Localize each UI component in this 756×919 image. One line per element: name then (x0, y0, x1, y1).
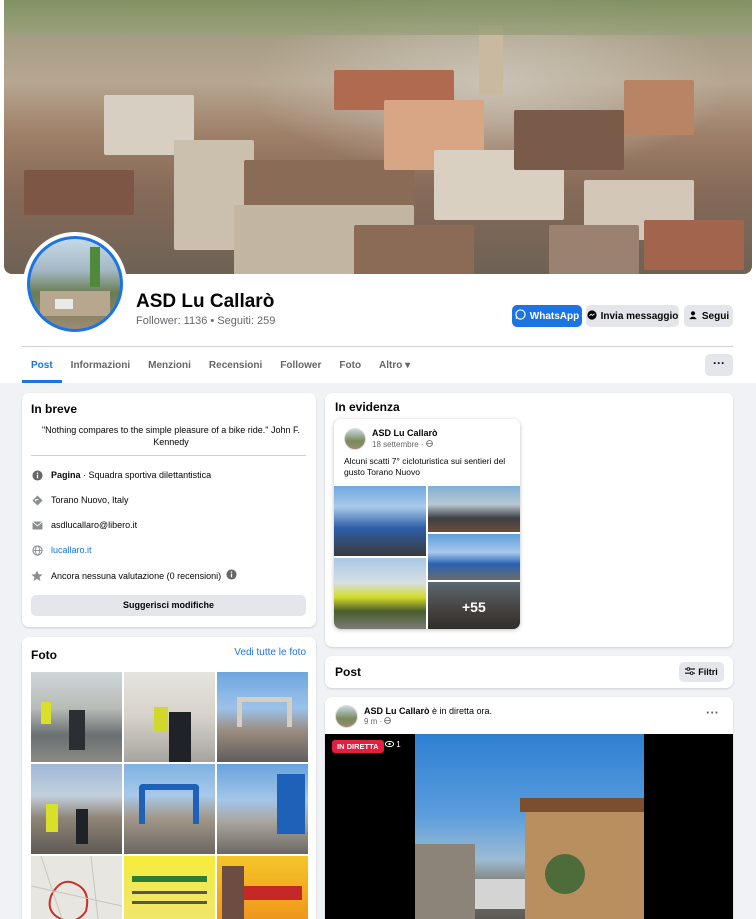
profile-picture[interactable] (23, 232, 127, 336)
stats-separator: • (207, 315, 218, 327)
suggest-edits-button[interactable]: Suggerisci modifiche (31, 595, 306, 616)
post-time-text[interactable]: 9 m · (364, 717, 384, 726)
photo-thumbnail[interactable] (31, 856, 122, 919)
website-link[interactable]: lucallaro.it (51, 545, 92, 555)
page-header: ASD Lu Callarò Follower: 1136 • Seguiti:… (0, 0, 756, 383)
messenger-icon (587, 309, 597, 323)
photo-thumbnail[interactable] (124, 764, 215, 854)
more-photos-count[interactable]: +55 (462, 599, 486, 615)
photo-thumbnail[interactable] (217, 672, 308, 762)
intro-quote: "Nothing compares to the simple pleasure… (41, 425, 301, 447)
follower-count[interactable]: Follower: 1136 (136, 315, 207, 327)
intro-title: In breve (31, 402, 78, 416)
globe-icon (425, 440, 433, 449)
featured-text: Alcuni scatti 7° cicloturistica sui sent… (344, 456, 506, 477)
intro-card: In breve "Nothing compares to the simple… (22, 393, 316, 627)
filters-label: Filtri (698, 667, 718, 677)
location-icon (31, 494, 43, 506)
intro-category: Pagina · Squadra sportiva dilettantistic… (31, 469, 211, 481)
live-badge: IN DIRETTA (332, 740, 384, 753)
eye-icon (384, 740, 395, 749)
live-post: ASD Lu Callarò è in diretta ora. 9 m · ·… (325, 697, 733, 919)
intro-divider (31, 455, 306, 456)
whatsapp-label: WhatsApp (529, 310, 580, 322)
intro-location: Torano Nuovo, Italy (31, 494, 129, 506)
live-video[interactable]: IN DIRETTA 1 (325, 734, 733, 919)
tab-recensioni[interactable]: Recensioni (200, 350, 271, 381)
featured-date-text: 18 settembre · (372, 440, 426, 449)
follow-button[interactable]: Segui (684, 305, 733, 327)
photos-card: Foto Vedi tutte le foto (22, 637, 316, 919)
email-icon (31, 519, 43, 531)
photo-thumbnail[interactable] (31, 672, 122, 762)
post-time: 9 m · (364, 717, 392, 726)
globe-icon (31, 544, 43, 556)
video-frame (415, 734, 644, 919)
post-options-button[interactable]: ··· (706, 705, 719, 720)
intro-rating: Ancora nessuna valutazione (0 recensioni… (31, 569, 237, 582)
send-message-button[interactable]: Invia messaggio (586, 305, 679, 327)
location-text: Torano Nuovo, Italy (51, 495, 129, 505)
tab-altro[interactable]: Altro ▾ (370, 350, 419, 381)
tab-follower[interactable]: Follower (271, 350, 330, 381)
email-text[interactable]: asdlucallaro@libero.it (51, 520, 137, 530)
intro-website: lucallaro.it (31, 544, 92, 556)
featured-card: In evidenza ASD Lu Callarò 18 settembre … (325, 393, 733, 647)
featured-title: In evidenza (335, 400, 400, 414)
info-icon (31, 469, 43, 481)
follow-icon (688, 310, 698, 323)
see-all-photos-link[interactable]: Vedi tutte le foto (234, 647, 306, 658)
more-options-button[interactable]: ··· (705, 354, 733, 376)
post-author[interactable]: ASD Lu Callarò (364, 706, 430, 716)
header-divider (22, 346, 733, 347)
posts-header-card: Post Filtri (325, 656, 733, 688)
tab-foto[interactable]: Foto (330, 350, 370, 381)
avatar[interactable] (335, 705, 358, 728)
featured-photo[interactable] (334, 558, 426, 629)
featured-photo[interactable] (428, 486, 520, 532)
filter-icon (685, 666, 696, 678)
intro-email: asdlucallaro@libero.it (31, 519, 137, 531)
photo-thumbnail[interactable] (217, 856, 308, 919)
whatsapp-icon (515, 309, 526, 323)
page-stats: Follower: 1136 • Seguiti: 259 (136, 315, 275, 327)
category-value: · Squadra sportiva dilettantistica (80, 470, 212, 480)
send-message-label: Invia messaggio (600, 310, 679, 322)
cover-photo[interactable] (4, 0, 752, 274)
tab-menzioni[interactable]: Menzioni (139, 350, 200, 381)
post-status: è in diretta ora. (429, 706, 493, 716)
featured-date: 18 settembre · (372, 440, 433, 449)
posts-title: Post (335, 665, 362, 679)
viewer-count: 1 (384, 740, 401, 749)
featured-photo[interactable] (334, 486, 426, 556)
tab-post[interactable]: Post (22, 350, 62, 383)
rating-info-icon[interactable] (226, 569, 237, 582)
photo-thumbnail[interactable] (124, 856, 215, 919)
filters-button[interactable]: Filtri (679, 662, 724, 682)
follow-label: Segui (701, 310, 730, 322)
photo-thumbnail[interactable] (217, 764, 308, 854)
featured-photo[interactable] (428, 534, 520, 580)
post-header: ASD Lu Callarò è in diretta ora. (364, 706, 492, 716)
featured-author[interactable]: ASD Lu Callarò (372, 428, 438, 438)
star-icon (31, 570, 43, 582)
photo-thumbnail[interactable] (31, 764, 122, 854)
globe-icon (384, 717, 392, 726)
whatsapp-button[interactable]: WhatsApp (512, 305, 582, 327)
photos-title: Foto (31, 648, 57, 662)
viewer-count-text: 1 (396, 740, 401, 749)
avatar[interactable] (344, 428, 366, 450)
photo-thumbnail[interactable] (124, 672, 215, 762)
following-count[interactable]: Seguiti: 259 (217, 315, 275, 327)
page-title: ASD Lu Callarò (136, 291, 275, 312)
rating-text: Ancora nessuna valutazione (0 recensioni… (51, 570, 222, 581)
tab-informazioni[interactable]: Informazioni (62, 350, 139, 381)
page-tabs: Post Informazioni Menzioni Recensioni Fo… (22, 350, 419, 383)
featured-post[interactable]: ASD Lu Callarò 18 settembre · Alcuni sca… (334, 419, 520, 629)
category-label: Pagina (51, 470, 81, 480)
